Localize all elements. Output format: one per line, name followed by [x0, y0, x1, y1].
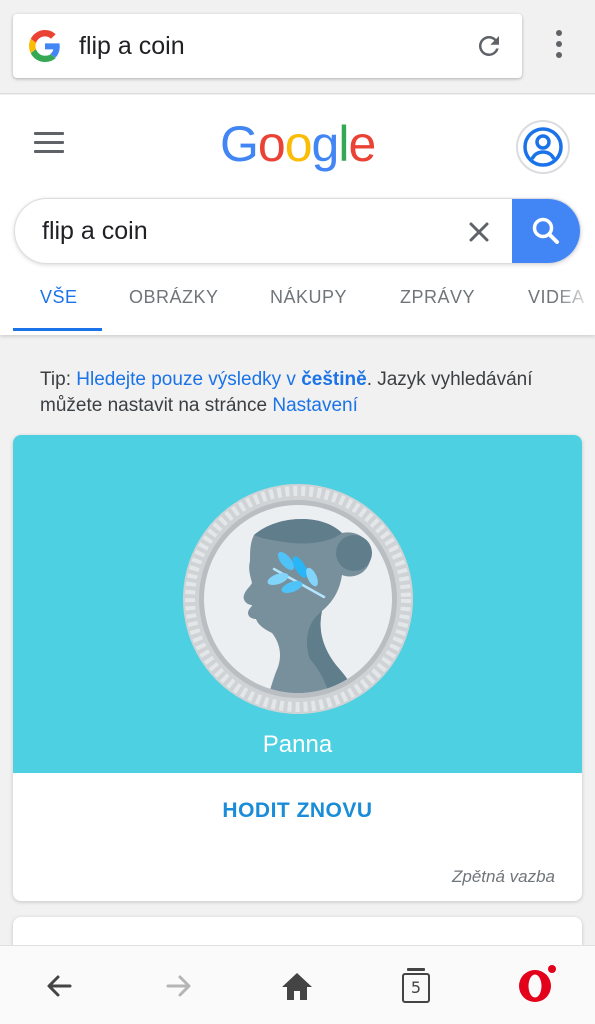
flip-again-button[interactable]: HODIT ZNOVU	[13, 799, 582, 823]
tabs-stack-icon	[407, 968, 425, 971]
reload-icon[interactable]	[474, 31, 504, 61]
google-header: Google flip a coin VŠE OBRÁZKY NÁKUPY ZP…	[0, 95, 595, 335]
active-tab-indicator	[13, 328, 102, 331]
coin-heads-icon[interactable]	[182, 483, 414, 715]
feedback-link[interactable]: Zpětná vazba	[452, 867, 555, 887]
account-circle-icon[interactable]	[516, 120, 570, 174]
hamburger-icon[interactable]	[34, 132, 64, 154]
language-tip: Tip: Hledejte pouze výsledky v češtině. …	[40, 367, 560, 419]
coin-flip-card: Panna HODIT ZNOVU Zpětná vazba	[13, 435, 582, 901]
tabs-fade	[555, 283, 595, 331]
close-icon[interactable]	[467, 220, 491, 244]
search-tabs: VŠE OBRÁZKY NÁKUPY ZPRÁVY VIDEA	[0, 283, 595, 333]
google-logo[interactable]: Google	[220, 115, 376, 173]
logo-letter: o	[284, 116, 313, 172]
search-icon	[532, 217, 559, 244]
logo-letter: o	[257, 116, 286, 172]
tab-news[interactable]: ZPRÁVY	[400, 287, 475, 308]
tabs-button[interactable]: 5	[398, 968, 434, 1004]
arrow-forward-icon[interactable]	[160, 968, 196, 1004]
coin-result: Panna	[262, 731, 333, 758]
url-text[interactable]: flip a coin	[79, 32, 185, 61]
google-g-icon	[29, 30, 60, 62]
logo-letter: G	[220, 116, 259, 172]
logo-letter: e	[348, 116, 376, 172]
coin-area: Panna	[13, 435, 582, 773]
tab-all[interactable]: VŠE	[40, 287, 78, 308]
browser-bottom-nav: 5	[0, 945, 595, 1024]
more-vert-icon[interactable]	[548, 30, 570, 64]
home-icon[interactable]	[279, 968, 315, 1004]
tab-images[interactable]: OBRÁZKY	[129, 287, 219, 308]
browser-toolbar: flip a coin	[0, 0, 595, 94]
settings-link[interactable]: Nastavení	[272, 395, 358, 416]
tip-language-link[interactable]: Hledejte pouze výsledky v češtině	[76, 369, 366, 390]
opera-logo-icon[interactable]	[516, 964, 556, 1004]
tip-link-bold: češtině	[301, 369, 367, 390]
tip-prefix: Tip:	[40, 369, 77, 390]
search-box[interactable]: flip a coin	[14, 198, 581, 264]
logo-letter: g	[311, 116, 340, 172]
tabs-count: 5	[402, 973, 430, 1003]
tip-link-text: Hledejte pouze výsledky v	[76, 369, 302, 390]
tab-shopping[interactable]: NÁKUPY	[270, 287, 347, 308]
address-bar[interactable]: flip a coin	[13, 14, 522, 78]
logo-letter: l	[338, 116, 349, 172]
arrow-back-icon[interactable]	[42, 968, 78, 1004]
search-input[interactable]: flip a coin	[42, 217, 148, 246]
search-button[interactable]	[512, 199, 580, 263]
